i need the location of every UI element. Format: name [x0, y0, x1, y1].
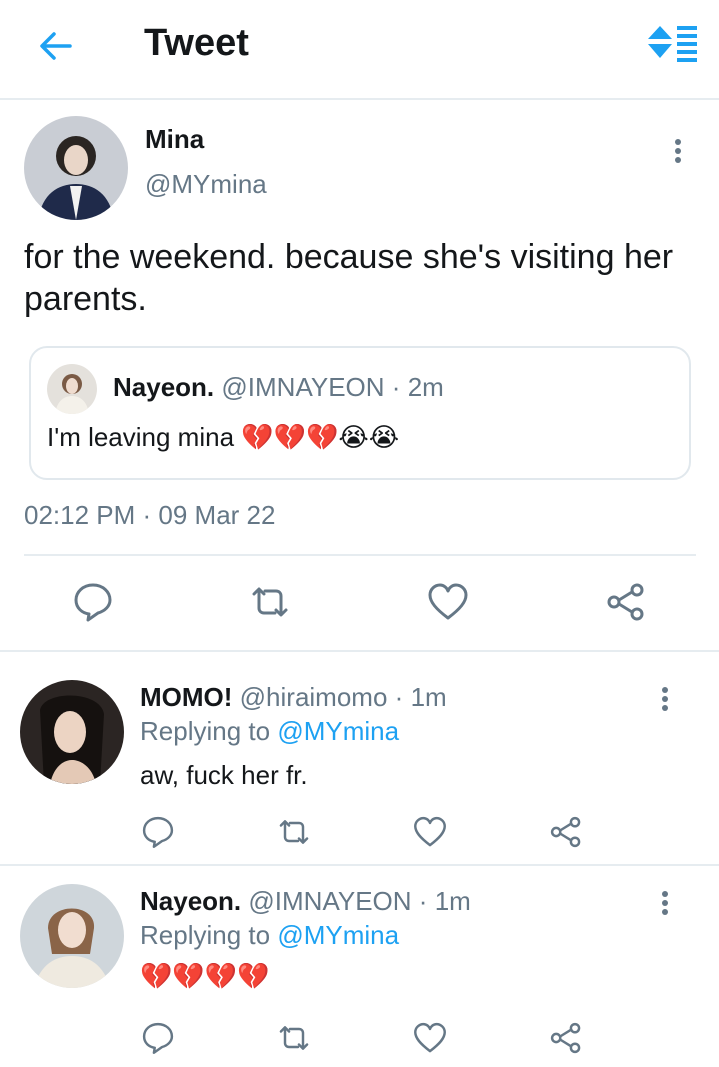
reply-icon [142, 816, 174, 848]
share-button[interactable] [548, 814, 584, 850]
share-button[interactable] [548, 1020, 584, 1056]
sort-button[interactable] [644, 24, 698, 64]
replying-prefix: Replying to [140, 716, 271, 746]
author-name[interactable]: Nayeon. [140, 886, 241, 916]
retweet-button[interactable] [248, 580, 292, 624]
reply-button[interactable] [140, 814, 176, 850]
replying-to: Replying to @MYmina [140, 920, 399, 951]
retweet-icon [252, 587, 288, 617]
author-handle[interactable]: @MYmina [145, 169, 267, 200]
retweet-icon [279, 820, 309, 844]
author-handle[interactable]: @IMNAYEON [248, 886, 411, 916]
reply-text: 💔💔💔💔 [140, 962, 270, 992]
arrow-left-icon [40, 32, 72, 60]
separator-dot: · [391, 372, 401, 402]
separator-dot: · [418, 886, 428, 916]
avatar-photo [20, 680, 124, 784]
like-button[interactable] [412, 1020, 448, 1056]
separator-dot: · [394, 682, 404, 712]
quoted-tweet[interactable]: Nayeon. @IMNAYEON · 2m I'm leaving mina … [29, 346, 691, 480]
reply-header: MOMO! @hiraimomo · 1m [140, 682, 447, 713]
author-name[interactable]: MOMO! [140, 682, 232, 712]
tweet-text: for the weekend. because she's visiting … [24, 238, 674, 318]
share-icon [550, 816, 581, 848]
avatar[interactable] [20, 884, 124, 988]
avatar-photo [47, 364, 97, 414]
author-handle[interactable]: @hiraimomo [240, 682, 388, 712]
more-vertical-icon [653, 687, 677, 711]
quoted-author-name: Nayeon. [113, 372, 215, 402]
quoted-text: I'm leaving mina [47, 422, 235, 452]
reply-time: 1m [434, 886, 471, 916]
reply-tweet[interactable]: MOMO! @hiraimomo · 1m Replying to @MYmin… [0, 654, 719, 866]
share-icon [550, 1022, 581, 1054]
author-name[interactable]: Mina [145, 124, 204, 155]
reply-text: aw, fuck her fr. [140, 760, 308, 790]
reply-button[interactable] [140, 1020, 176, 1056]
more-vertical-icon [666, 139, 690, 163]
replying-to-link[interactable]: @MYmina [277, 920, 399, 950]
share-icon [607, 583, 644, 621]
retweet-button[interactable] [276, 814, 312, 850]
avatar[interactable] [24, 116, 128, 220]
replying-prefix: Replying to [140, 920, 271, 950]
divider [24, 554, 696, 556]
retweet-button[interactable] [276, 1020, 312, 1056]
heart-icon [414, 1022, 446, 1053]
reply-button[interactable] [71, 580, 115, 624]
replying-to: Replying to @MYmina [140, 716, 399, 747]
back-button[interactable] [36, 26, 76, 66]
avatar[interactable] [20, 680, 124, 784]
more-vertical-icon [653, 891, 677, 915]
quoted-author-handle: @IMNAYEON [221, 372, 385, 402]
reply-icon [74, 583, 112, 622]
heart-icon [414, 816, 446, 847]
like-button[interactable] [412, 814, 448, 850]
quoted-header: Nayeon. @IMNAYEON · 2m [113, 372, 444, 403]
like-button[interactable] [426, 580, 470, 624]
page-title: Tweet [144, 22, 249, 64]
replying-to-link[interactable]: @MYmina [277, 716, 399, 746]
quoted-time: 2m [407, 372, 444, 402]
reply-header: Nayeon. @IMNAYEON · 1m [140, 886, 471, 917]
reply-icon [142, 1022, 174, 1054]
avatar-photo [20, 884, 124, 988]
share-button[interactable] [604, 580, 648, 624]
quoted-avatar [47, 364, 97, 414]
quoted-emojis: 💔💔💔😭😭 [241, 423, 400, 453]
reply-tweet[interactable]: Nayeon. @IMNAYEON · 1m Replying to @MYmi… [0, 868, 719, 1067]
retweet-icon [279, 1026, 309, 1050]
reply-time: 1m [410, 682, 447, 712]
top-app-bar: Tweet [0, 0, 719, 100]
main-tweet: Mina @MYmina for the weekend. because sh… [0, 102, 719, 652]
quoted-text-line: I'm leaving mina 💔💔💔😭😭 [47, 422, 399, 453]
more-options-button[interactable] [653, 888, 677, 924]
sort-icon [648, 26, 697, 62]
heart-icon [428, 583, 468, 620]
more-options-button[interactable] [653, 684, 677, 720]
tweet-timestamp: 02:12 PM · 09 Mar 22 [24, 500, 276, 530]
more-options-button[interactable] [666, 136, 690, 172]
avatar-photo [24, 116, 128, 220]
